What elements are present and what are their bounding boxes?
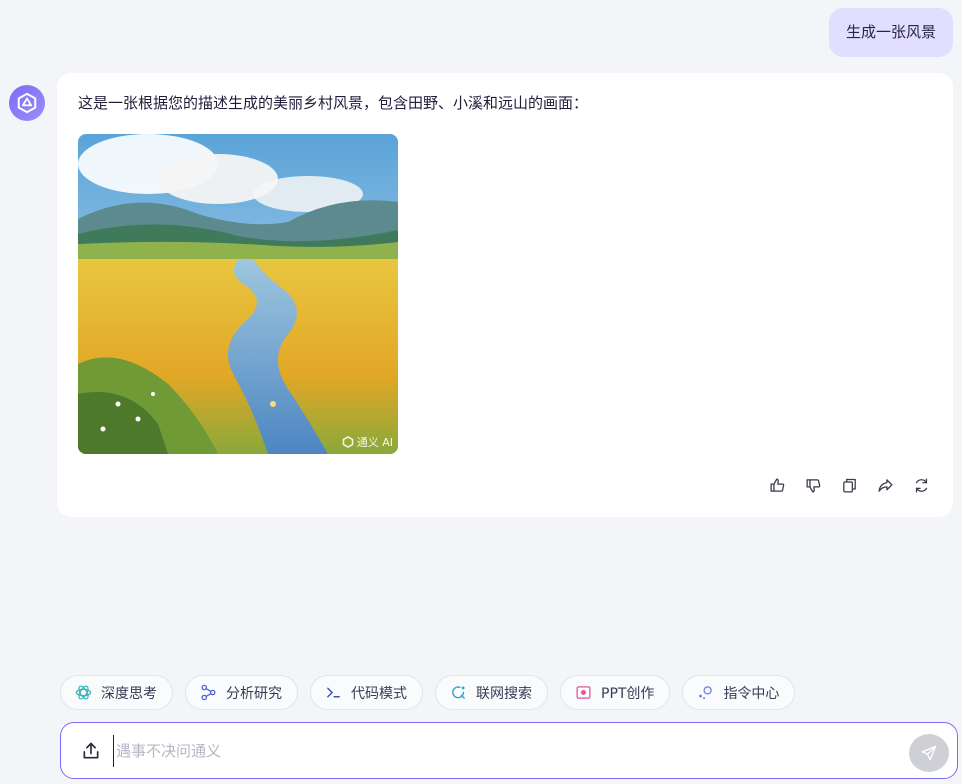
assistant-message-text: 这是一张根据您的描述生成的美丽乡村风景，包含田野、小溪和远山的画面： (78, 94, 589, 112)
code-mode-label: 代码模式 (351, 685, 407, 702)
ppt-create-label: PPT创作 (601, 685, 655, 702)
upload-icon (83, 742, 99, 759)
refresh-icon (915, 477, 927, 493)
message-actions (764, 472, 934, 498)
share-button[interactable] (872, 472, 898, 498)
deep-think-label: 深度思考 (101, 685, 157, 702)
deep-think-chip[interactable]: 深度思考 (60, 675, 173, 710)
send-button[interactable] (909, 734, 949, 772)
analysis-chip[interactable]: 分析研究 (185, 675, 298, 710)
thumbs-down-icon (805, 478, 820, 493)
upload-button[interactable] (79, 739, 103, 763)
analysis-label: 分析研究 (226, 685, 282, 702)
deep-think-icon (74, 684, 92, 702)
web-search-label: 联网搜索 (476, 685, 532, 702)
tongyi-logo-icon (17, 92, 37, 114)
copy-icon (842, 478, 856, 493)
command-center-label: 指令中心 (723, 685, 780, 702)
code-icon (324, 684, 342, 702)
tongyi-watermark-icon (342, 436, 353, 448)
generated-landscape-image[interactable]: 通义 AI (78, 134, 398, 454)
image-watermark: 通义 AI (342, 434, 393, 450)
command-center-chip[interactable]: 指令中心 (682, 675, 796, 710)
prompt-input[interactable] (113, 735, 893, 767)
command-center-icon (696, 684, 714, 702)
share-icon (877, 478, 893, 492)
web-search-chip[interactable]: 联网搜索 (435, 675, 548, 710)
quick-actions-bar: 深度思考 分析研究 代码模式 联网搜索 PPT创作 指令中心 (60, 675, 796, 710)
chat-input-bar (60, 722, 958, 779)
assistant-message-card: 这是一张根据您的描述生成的美丽乡村风景，包含田野、小溪和远山的画面： 通义 AI (57, 73, 953, 517)
regenerate-button[interactable] (908, 472, 934, 498)
user-message-text: 生成一张风景 (845, 23, 936, 41)
landscape-illustration (78, 134, 398, 454)
ppt-icon (574, 684, 592, 702)
code-mode-chip[interactable]: 代码模式 (310, 675, 423, 710)
dislike-button[interactable] (800, 472, 826, 498)
assistant-avatar (9, 85, 45, 121)
analysis-icon (199, 684, 217, 702)
like-button[interactable] (764, 472, 790, 498)
ppt-create-chip[interactable]: PPT创作 (560, 675, 671, 710)
copy-button[interactable] (836, 472, 862, 498)
user-message-bubble: 生成一张风景 (828, 8, 953, 57)
image-watermark-text: 通义 AI (356, 436, 393, 449)
thumbs-up-icon (769, 477, 784, 492)
web-search-icon (449, 684, 467, 702)
send-icon (921, 745, 937, 761)
